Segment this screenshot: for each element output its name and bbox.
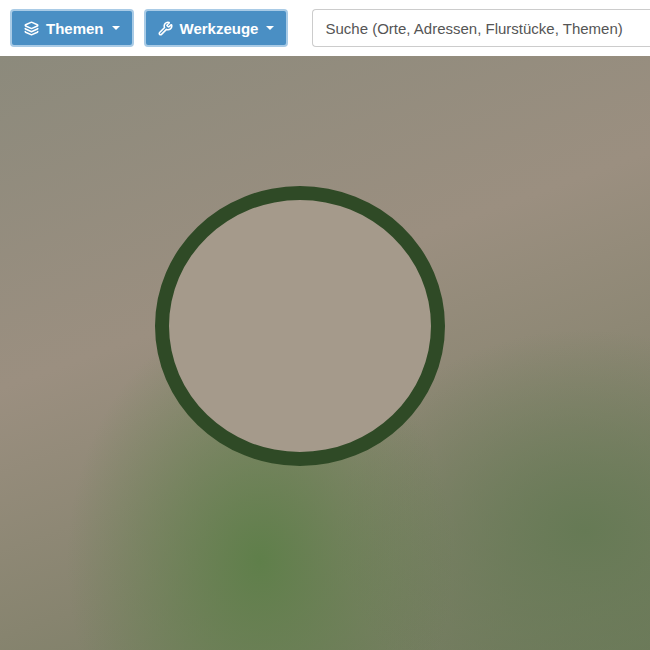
button-label: Werkzeuge — [180, 20, 259, 37]
toolbar: Themen Werkzeuge — [0, 0, 650, 56]
map-app: Themen Werkzeuge — [0, 0, 650, 650]
caret-icon — [266, 26, 274, 30]
search-field[interactable] — [312, 9, 650, 47]
layers-menu-button[interactable]: Themen — [10, 9, 134, 47]
button-label: Themen — [46, 20, 104, 37]
wrench-icon — [158, 21, 173, 36]
ring-park — [155, 186, 445, 466]
aerial-map[interactable] — [0, 56, 650, 650]
layers-icon — [24, 21, 39, 36]
caret-icon — [112, 26, 120, 30]
wrench-menu-button[interactable]: Werkzeuge — [144, 9, 289, 47]
